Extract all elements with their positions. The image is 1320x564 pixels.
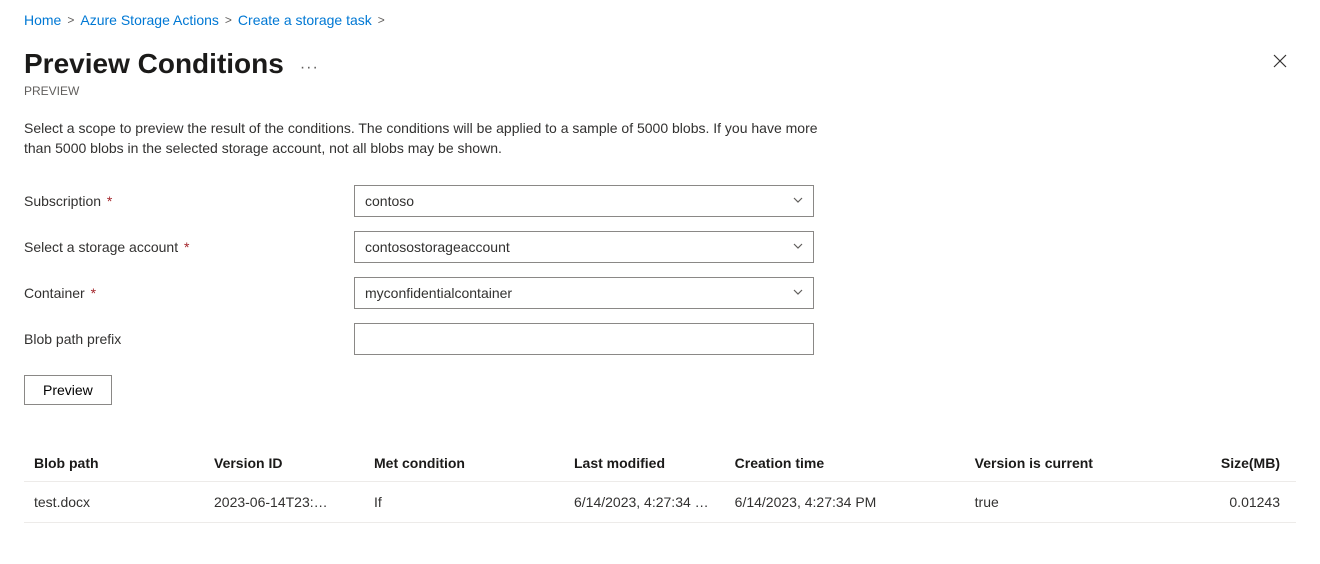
cell-version-id: 2023-06-14T23:… bbox=[204, 481, 364, 522]
container-input[interactable] bbox=[354, 277, 814, 309]
results-table: Blob path Version ID Met condition Last … bbox=[24, 445, 1296, 523]
subscription-row: Subscription * bbox=[24, 185, 1296, 217]
table-row[interactable]: test.docx 2023-06-14T23:… If 6/14/2023, … bbox=[24, 481, 1296, 522]
col-version-id[interactable]: Version ID bbox=[204, 445, 364, 482]
breadcrumb: Home > Azure Storage Actions > Create a … bbox=[24, 12, 1296, 28]
storage-account-input[interactable] bbox=[354, 231, 814, 263]
more-options-icon[interactable]: ··· bbox=[300, 51, 319, 77]
table-header-row: Blob path Version ID Met condition Last … bbox=[24, 445, 1296, 482]
container-select[interactable] bbox=[354, 277, 814, 309]
cell-version-current: true bbox=[965, 481, 1165, 522]
subscription-label: Subscription * bbox=[24, 193, 354, 209]
breadcrumb-create-task[interactable]: Create a storage task bbox=[238, 12, 372, 28]
cell-met-condition: If bbox=[364, 481, 564, 522]
title-group: Preview Conditions ··· bbox=[24, 48, 319, 80]
storage-account-row: Select a storage account * bbox=[24, 231, 1296, 263]
subscription-select[interactable] bbox=[354, 185, 814, 217]
blob-prefix-input[interactable] bbox=[354, 323, 814, 355]
container-label: Container * bbox=[24, 285, 354, 301]
label-text: Container bbox=[24, 285, 85, 301]
subscription-input[interactable] bbox=[354, 185, 814, 217]
blob-prefix-label: Blob path prefix bbox=[24, 331, 354, 347]
close-icon[interactable] bbox=[1264, 48, 1296, 79]
page-subheading: PREVIEW bbox=[24, 84, 1296, 98]
col-met-condition[interactable]: Met condition bbox=[364, 445, 564, 482]
cell-last-modified: 6/14/2023, 4:27:34 … bbox=[564, 481, 725, 522]
blob-prefix-row: Blob path prefix bbox=[24, 323, 1296, 355]
chevron-right-icon: > bbox=[67, 13, 74, 27]
description-text: Select a scope to preview the result of … bbox=[24, 118, 844, 159]
label-text: Subscription bbox=[24, 193, 101, 209]
col-version-current[interactable]: Version is current bbox=[965, 445, 1165, 482]
label-text: Select a storage account bbox=[24, 239, 178, 255]
col-size-mb[interactable]: Size(MB) bbox=[1165, 445, 1296, 482]
col-creation-time[interactable]: Creation time bbox=[725, 445, 965, 482]
label-text: Blob path prefix bbox=[24, 331, 121, 347]
breadcrumb-home[interactable]: Home bbox=[24, 12, 61, 28]
col-last-modified[interactable]: Last modified bbox=[564, 445, 725, 482]
storage-account-label: Select a storage account * bbox=[24, 239, 354, 255]
scope-form: Subscription * Select a storage account … bbox=[24, 185, 1296, 405]
storage-account-select[interactable] bbox=[354, 231, 814, 263]
page-header: Preview Conditions ··· bbox=[24, 48, 1296, 80]
required-marker: * bbox=[87, 285, 96, 301]
cell-creation-time: 6/14/2023, 4:27:34 PM bbox=[725, 481, 965, 522]
cell-blob-path: test.docx bbox=[24, 481, 204, 522]
required-marker: * bbox=[180, 239, 189, 255]
blob-prefix-wrap bbox=[354, 323, 814, 355]
col-blob-path[interactable]: Blob path bbox=[24, 445, 204, 482]
page-title: Preview Conditions bbox=[24, 48, 284, 80]
required-marker: * bbox=[103, 193, 112, 209]
chevron-right-icon: > bbox=[378, 13, 385, 27]
cell-size-mb: 0.01243 bbox=[1165, 481, 1296, 522]
container-row: Container * bbox=[24, 277, 1296, 309]
chevron-right-icon: > bbox=[225, 13, 232, 27]
breadcrumb-storage-actions[interactable]: Azure Storage Actions bbox=[80, 12, 219, 28]
preview-button[interactable]: Preview bbox=[24, 375, 112, 405]
